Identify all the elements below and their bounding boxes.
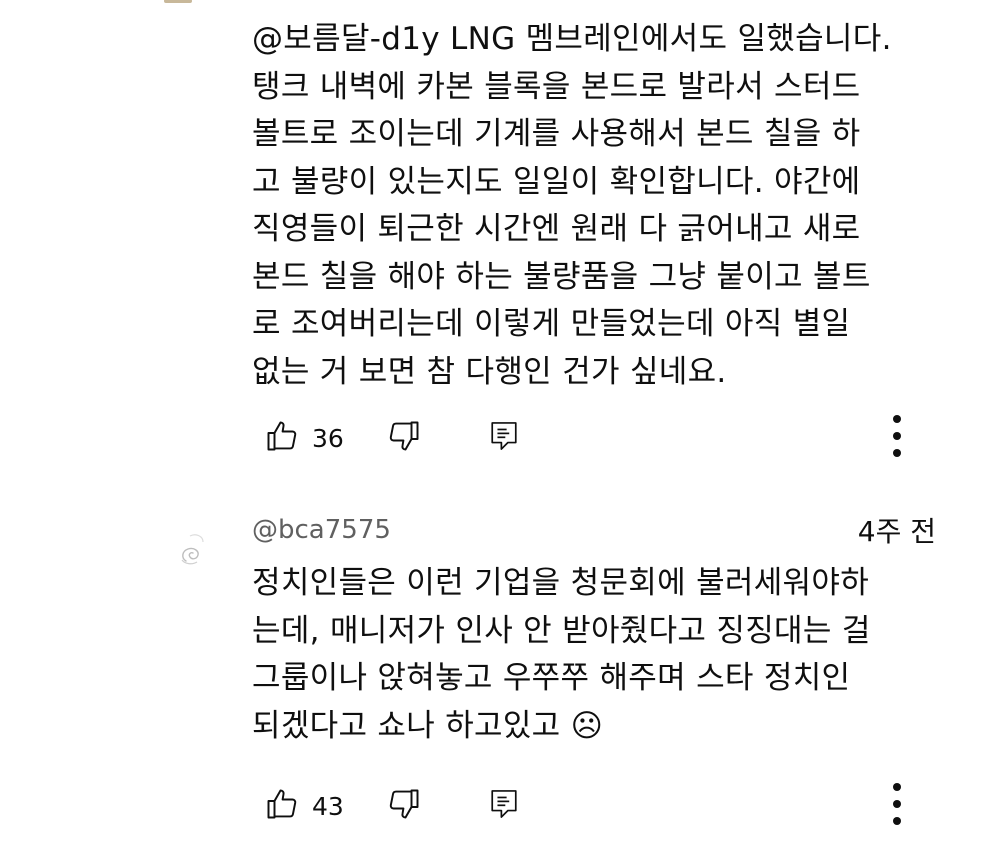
comment-text-line: 는데, 매니저가 인사 안 받아줬다고 징징대는 걸: [252, 612, 871, 649]
comment-text: 정치인들은 이런 기업을 청문회에 불러세워야하 는데, 매니저가 인사 안 받…: [252, 560, 962, 750]
more-vert-icon: [891, 414, 903, 462]
thumb-down-icon: [386, 418, 422, 458]
comment-text-line: 되겠다고 쇼나 하고있고 ☹: [252, 707, 604, 744]
comment-item: @bca7575 4주 전 정치인들은 이런 기업을 청문회에 불러세워야하 는…: [0, 500, 1000, 848]
comment-text-line: 정치인들은 이런 기업을 청문회에 불러세워야하: [252, 565, 870, 601]
comment-text-line: 없는 거 보면 참 다행인 건가 싶네요.: [252, 353, 727, 390]
reply-button[interactable]: [488, 414, 520, 462]
avatar-scribble-icon: [181, 534, 204, 565]
comment-timestamp: 4주 전: [857, 515, 936, 548]
dislike-button[interactable]: [386, 782, 422, 830]
comment-text-line: 로 조여버리는데 이렇게 만들었는데 아직 별일: [252, 306, 851, 342]
avatar[interactable]: [160, 514, 232, 586]
reply-icon: [488, 419, 520, 457]
like-button[interactable]: 43: [264, 782, 344, 830]
more-options-button[interactable]: [882, 408, 912, 468]
dislike-button[interactable]: [386, 414, 422, 462]
comment-text-line: 본드 칠을 해야 하는 불량품을 그냥 붙이고 볼트: [252, 258, 871, 295]
comment-text-line: @보름달-d1y LNG 멤브레인에서도 일했습니다.: [252, 21, 892, 57]
comment-item: @보름달-d1y LNG 멤브레인에서도 일했습니다. 탱크 내벽에 카본 블록…: [0, 0, 1000, 470]
comment-text-line: 탱크 내벽에 카본 블록을 본드로 발라서 스터드: [252, 68, 861, 105]
comment-author[interactable]: @bca7575: [252, 512, 391, 548]
comment-text-line: 고 불량이 있는지도 일일이 확인합니다. 야간에: [252, 163, 861, 200]
thumb-up-icon: [264, 786, 300, 826]
comment-action-bar: 43: [252, 782, 942, 830]
comment-text-line: 직영들이 퇴근한 시간엔 원래 다 긁어내고 새로: [252, 211, 861, 247]
more-vert-icon: [891, 782, 903, 830]
reply-icon: [488, 787, 520, 825]
like-count: 36: [312, 423, 344, 453]
comment-action-bar: 36: [252, 414, 942, 462]
reply-button[interactable]: [488, 782, 520, 830]
comment-text-line: 볼트로 조이는데 기계를 사용해서 본드 칠을 하: [252, 116, 861, 152]
thumb-up-icon: [264, 418, 300, 458]
more-options-button[interactable]: [882, 776, 912, 836]
like-count: 43: [312, 791, 344, 821]
comment-text-line: 그룹이나 앉혀놓고 우쭈쭈 해주며 스타 정치인: [252, 660, 851, 696]
thumb-down-icon: [386, 786, 422, 826]
like-button[interactable]: 36: [264, 414, 344, 462]
comment-text: @보름달-d1y LNG 멤브레인에서도 일했습니다. 탱크 내벽에 카본 블록…: [252, 16, 962, 396]
